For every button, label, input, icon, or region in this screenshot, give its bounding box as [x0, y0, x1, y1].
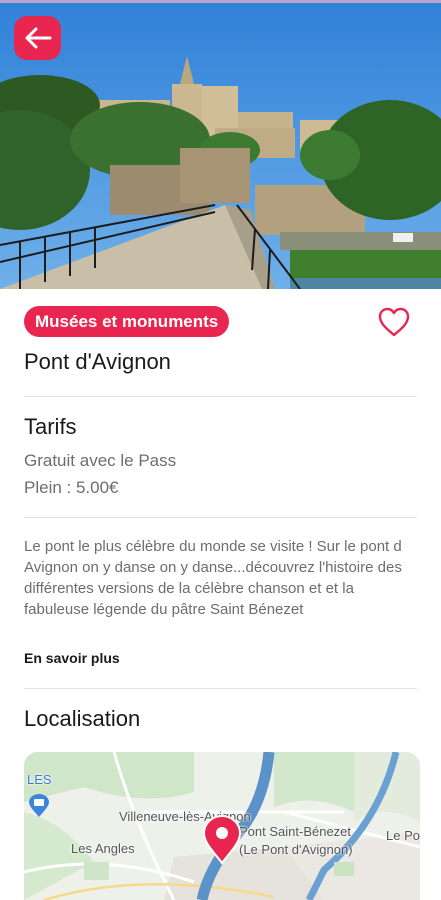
- map-label-les: LES: [27, 772, 52, 787]
- map-label-pont-sub: (Le Pont d'Avignon): [239, 842, 353, 857]
- status-accent-line: [0, 0, 441, 3]
- map-label-pont: Pont Saint-Bénezet: [239, 824, 352, 839]
- tarifs-heading: Tarifs: [24, 414, 77, 439]
- description-text: Le pont le plus célèbre du monde se visi…: [24, 538, 402, 618]
- divider: [24, 396, 417, 397]
- map-label-le-po: Le Po: [386, 828, 420, 843]
- divider: [24, 517, 417, 518]
- localisation-heading: Localisation: [24, 706, 141, 731]
- tarif-line: Gratuit avec le Pass: [24, 451, 177, 470]
- arrow-left-icon: [24, 27, 52, 49]
- category-badge[interactable]: Musées et monuments: [24, 306, 230, 337]
- map-pin-icon[interactable]: [201, 815, 243, 865]
- heart-outline-icon: [377, 307, 411, 342]
- divider: [24, 688, 417, 689]
- favorite-button[interactable]: [377, 306, 411, 338]
- map-label-les-angles: Les Angles: [71, 841, 135, 856]
- tarif-line: Plein : 5.00€: [24, 478, 119, 497]
- location-map[interactable]: LES Villeneuve-lès-Avignon Pont Saint-Bé…: [24, 752, 420, 900]
- back-button[interactable]: [14, 16, 61, 60]
- shopping-icon: [28, 794, 50, 818]
- hero-photo: [0, 0, 441, 289]
- read-more-link[interactable]: En savoir plus: [24, 650, 120, 666]
- place-title: Pont d'Avignon: [24, 349, 171, 374]
- place-details: Musées et monuments Pont d'Avignon Tarif…: [0, 289, 441, 900]
